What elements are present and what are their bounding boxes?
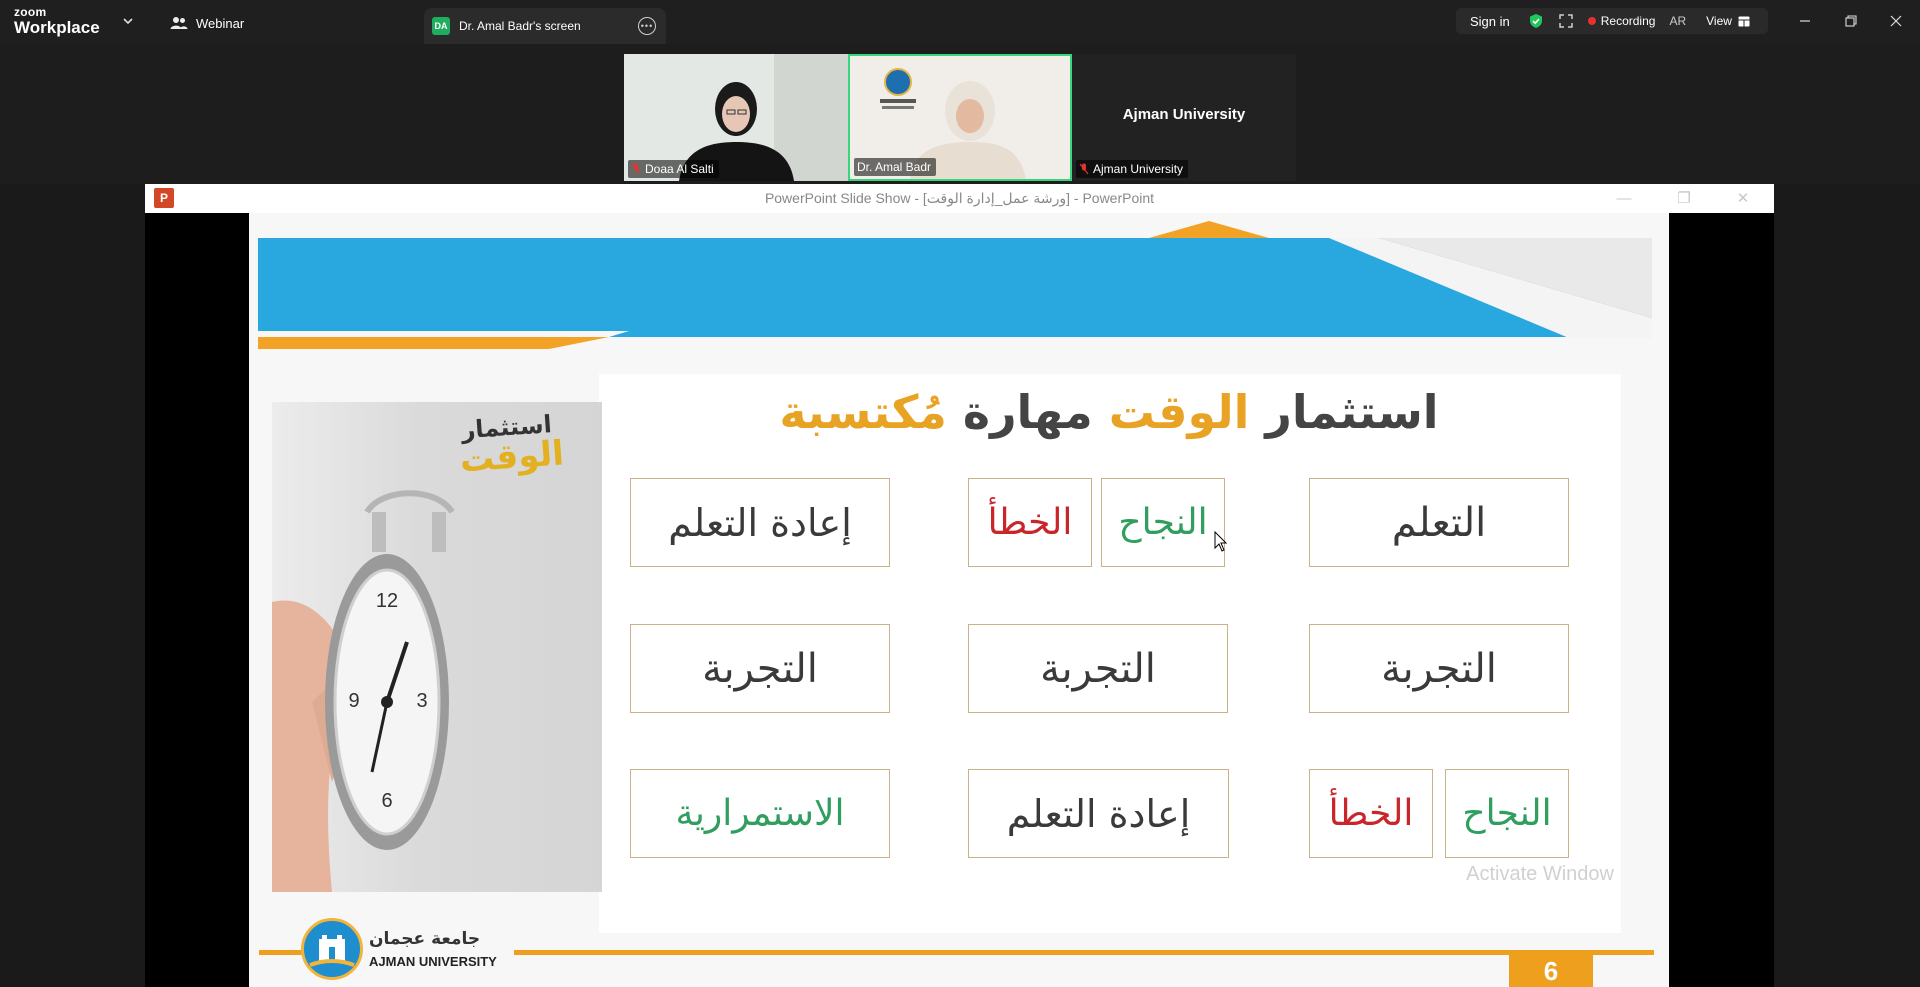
shared-screen-tab[interactable]: DA Dr. Amal Badr's screen ••• bbox=[424, 8, 666, 44]
banner-decoration bbox=[258, 221, 1652, 349]
mic-muted-icon bbox=[1079, 163, 1089, 175]
university-name-english: AJMAN UNIVERSITY bbox=[369, 954, 497, 969]
caption-big: الوقت bbox=[458, 434, 566, 480]
sharer-badge: DA bbox=[432, 17, 450, 35]
participant-name: Ajman University bbox=[1093, 162, 1184, 176]
zoom-top-bar: zoom Workplace Webinar DA Dr. Amal Badr'… bbox=[0, 0, 1920, 44]
university-name-arabic: جامعة عجمان bbox=[369, 929, 481, 949]
clock-photo: 12 3 6 9 bbox=[272, 402, 602, 892]
clock-caption: استثمار الوقت bbox=[457, 411, 566, 480]
slide-title: استثمار الوقت مهارة مُكتسبة bbox=[719, 385, 1499, 439]
ppt-minimize-icon[interactable]: — bbox=[1615, 189, 1633, 207]
participant-name: Doaa Al Salti bbox=[645, 162, 714, 176]
box-experiment: التجربة bbox=[968, 624, 1228, 713]
box-success: النجاح bbox=[1445, 769, 1569, 858]
slide: استثمار الوقت مهارة مُكتسبة التعلم النجا… bbox=[249, 213, 1669, 987]
participant-video-3[interactable]: Ajman University Ajman University bbox=[1072, 54, 1296, 181]
title-word-highlight: مُكتسبة bbox=[779, 385, 947, 439]
ajman-university-logo bbox=[301, 918, 363, 980]
chevron-down-icon[interactable] bbox=[121, 14, 135, 28]
meeting-toolbar: Sign in Recording AR View bbox=[1456, 8, 1768, 34]
grid-view-icon[interactable] bbox=[1738, 16, 1750, 27]
activate-windows-watermark: Activate Window bbox=[1466, 863, 1614, 885]
svg-text:6: 6 bbox=[381, 790, 392, 812]
title-word: استثمار bbox=[1265, 385, 1439, 439]
powerpoint-slideshow-window: P PowerPoint Slide Show - [ورشة عمل_إدار… bbox=[145, 184, 1774, 987]
recording-status[interactable]: Recording bbox=[1601, 14, 1656, 28]
webinar-label: Webinar bbox=[196, 15, 245, 31]
logo-line2: Workplace bbox=[14, 18, 100, 37]
shared-screen-label: Dr. Amal Badr's screen bbox=[459, 19, 581, 33]
ppt-close-icon[interactable]: ✕ bbox=[1734, 189, 1752, 207]
participant-video-1[interactable]: Doaa Al Salti bbox=[624, 54, 848, 181]
mouse-cursor-icon bbox=[1214, 531, 1228, 552]
mic-muted-icon bbox=[631, 163, 641, 175]
restore-icon[interactable] bbox=[1840, 10, 1862, 32]
zoom-workplace-logo[interactable]: zoom Workplace bbox=[14, 6, 134, 38]
participant-name-tag: Ajman University bbox=[1076, 160, 1189, 178]
footer-line bbox=[514, 950, 1654, 955]
participant-display-name: Ajman University bbox=[1122, 106, 1246, 123]
participant-video-2-active-speaker[interactable]: Dr. Amal Badr bbox=[848, 54, 1072, 181]
more-options-icon[interactable]: ••• bbox=[638, 17, 656, 35]
svg-text:12: 12 bbox=[376, 590, 398, 612]
slide-page-number: 6 bbox=[1509, 955, 1593, 987]
view-button[interactable]: View bbox=[1706, 14, 1732, 28]
title-word-highlight: الوقت bbox=[1108, 385, 1250, 439]
logo-line1: zoom bbox=[14, 5, 47, 19]
box-experiment: التجربة bbox=[1309, 624, 1569, 713]
language-button[interactable]: AR bbox=[1669, 14, 1686, 28]
alarm-clock-illustration: 12 3 6 9 bbox=[272, 490, 455, 892]
box-experiment: التجربة bbox=[630, 624, 890, 713]
powerpoint-icon: P bbox=[154, 188, 174, 208]
box-mistake: الخطأ bbox=[1309, 769, 1433, 858]
svg-text:3: 3 bbox=[416, 690, 427, 712]
close-icon[interactable] bbox=[1885, 10, 1907, 32]
minimize-icon[interactable] bbox=[1794, 10, 1816, 32]
webinar-tab[interactable]: Webinar bbox=[170, 12, 244, 34]
participant-name-tag: Dr. Amal Badr bbox=[854, 158, 937, 176]
powerpoint-title-bar: P PowerPoint Slide Show - [ورشة عمل_إدار… bbox=[145, 184, 1774, 213]
box-success: النجاح bbox=[1101, 478, 1225, 567]
people-icon bbox=[170, 17, 188, 29]
recording-dot-icon bbox=[1587, 17, 1596, 25]
fullscreen-icon[interactable] bbox=[1558, 13, 1574, 29]
title-word: مهارة bbox=[962, 385, 1093, 439]
ppt-restore-icon[interactable]: ❐ bbox=[1675, 189, 1693, 207]
box-continuity: الاستمرارية bbox=[630, 769, 890, 858]
sign-in-button[interactable]: Sign in bbox=[1470, 14, 1510, 29]
participant-name: Dr. Amal Badr bbox=[857, 160, 932, 174]
box-mistake: الخطأ bbox=[968, 478, 1092, 567]
powerpoint-window-title: PowerPoint Slide Show - [ورشة عمل_إدارة … bbox=[764, 190, 1155, 206]
box-relearning: إعادة التعلم bbox=[630, 478, 890, 567]
box-learning: التعلم bbox=[1309, 478, 1569, 567]
svg-text:9: 9 bbox=[348, 690, 359, 712]
participant-name-tag: Doaa Al Salti bbox=[628, 160, 719, 178]
shield-check-icon[interactable] bbox=[1528, 13, 1544, 29]
box-relearning: إعادة التعلم bbox=[968, 769, 1229, 858]
